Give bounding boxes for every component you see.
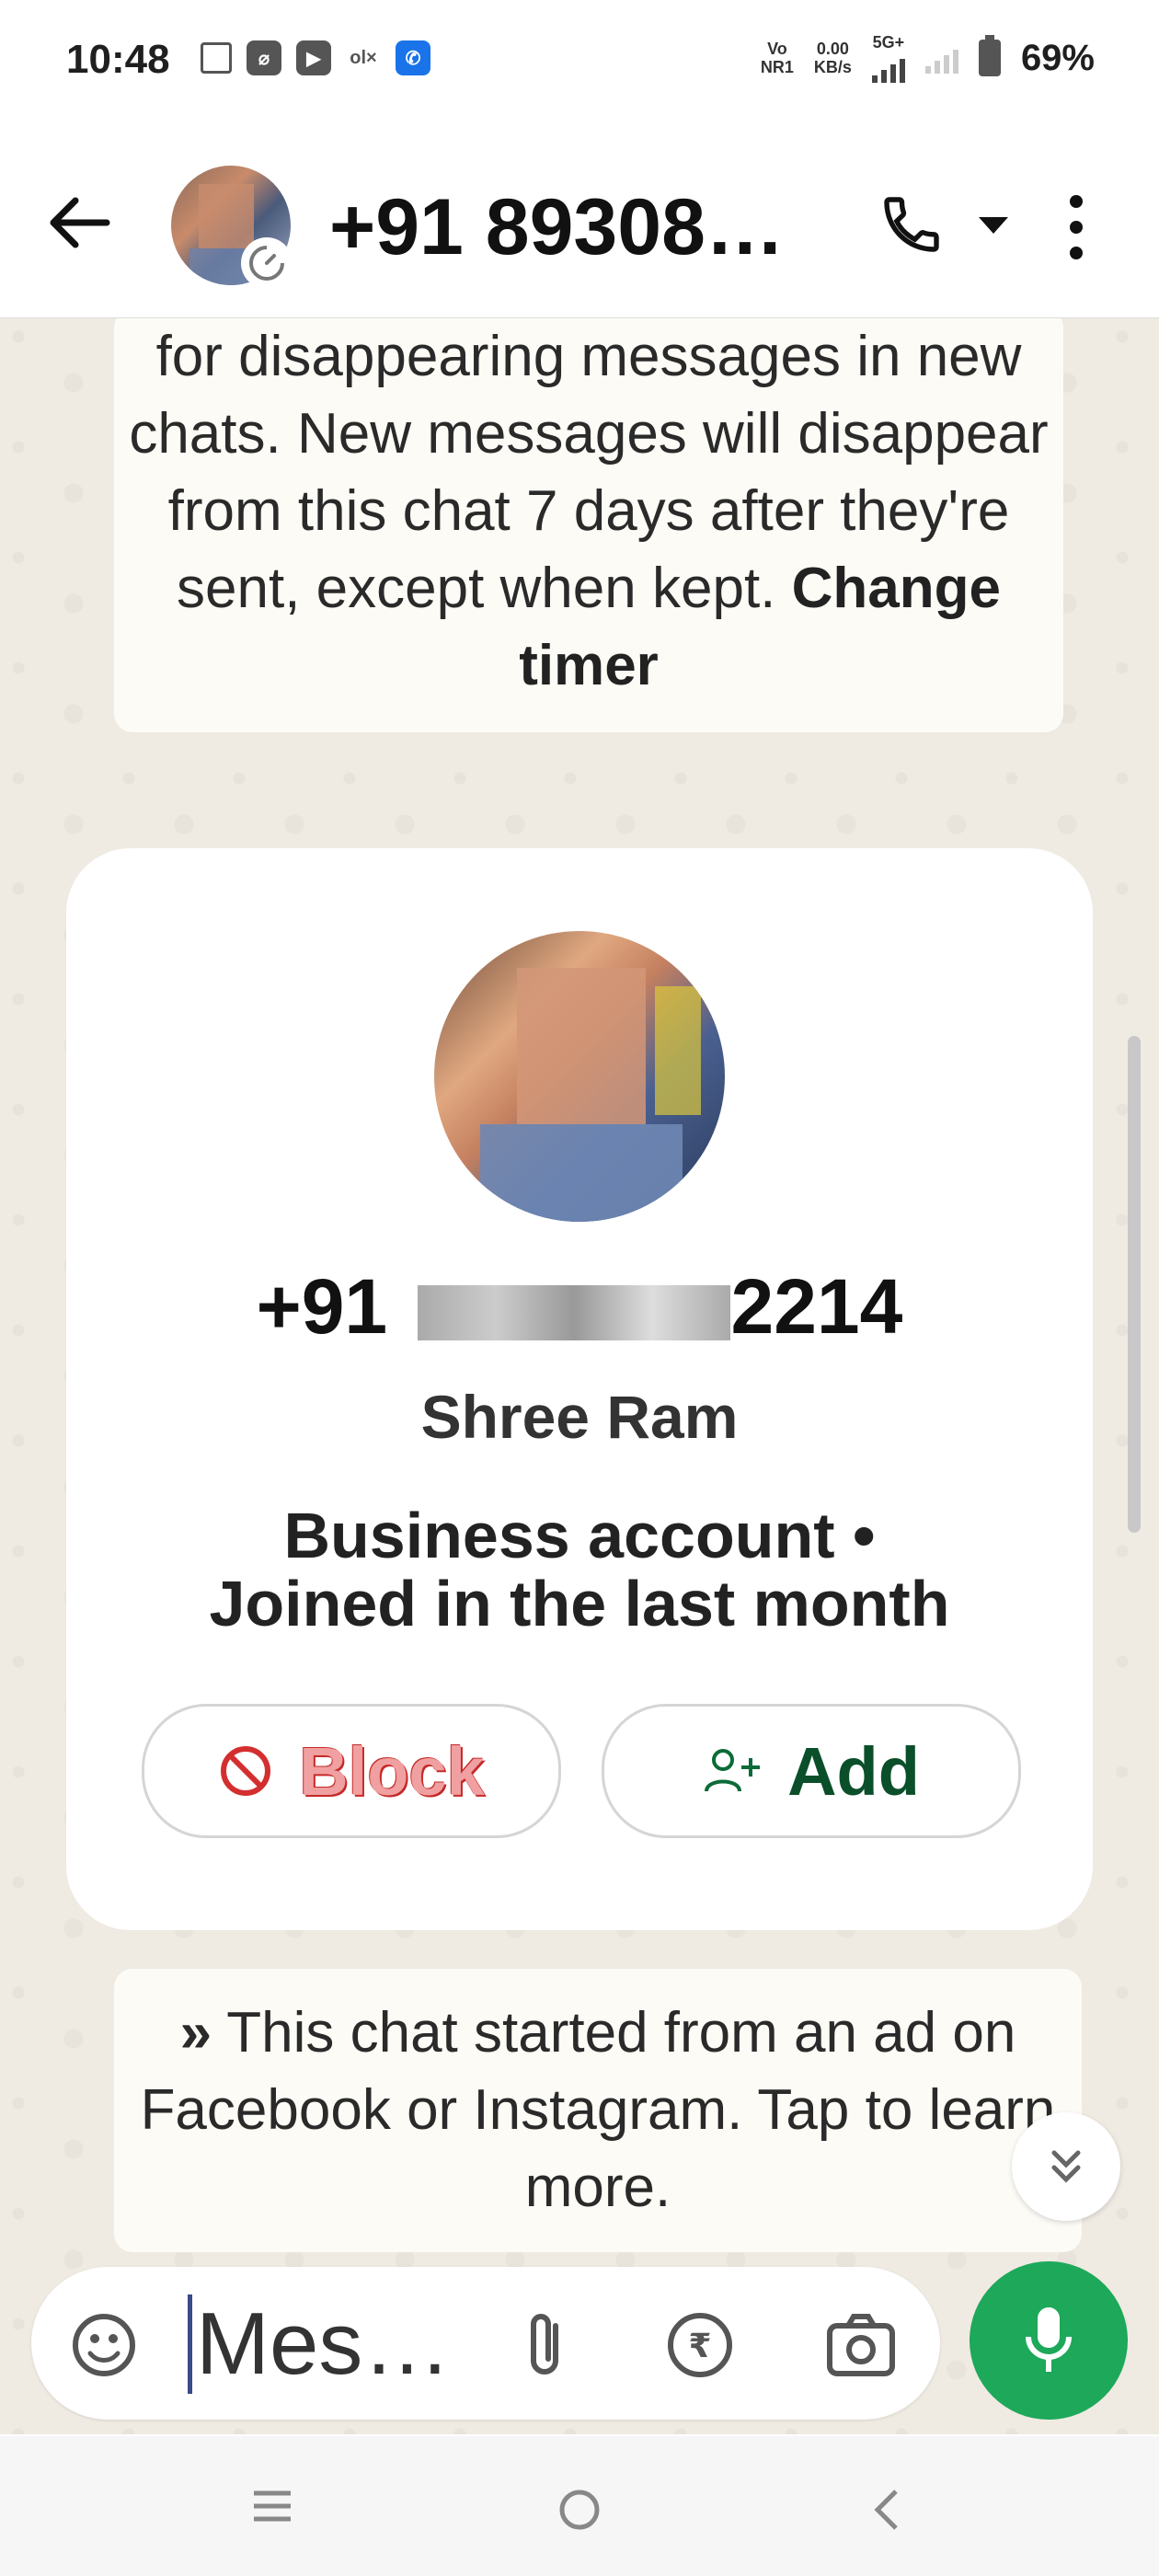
youtube-icon: ▶ [296, 40, 331, 75]
signal-5g: 5G+ [871, 33, 905, 83]
battery-icon [978, 35, 1001, 76]
contact-phone: +91 2214 [256, 1263, 903, 1350]
contact-profile-photo[interactable] [434, 931, 725, 1222]
volte-indicator: Vo NR1 [760, 40, 794, 76]
status-bar: 10:48 ⌀ ▶ ol× ✆ Vo NR1 0.00 KB/s 5G+ 69% [0, 0, 1159, 129]
timer-icon [241, 237, 293, 289]
olx-icon: ol× [350, 47, 377, 68]
mic-icon [1026, 2307, 1072, 2372]
phone-app-icon: ✆ [396, 40, 430, 75]
screen-icon [201, 42, 232, 74]
payment-icon[interactable]: ₹ [664, 2309, 736, 2381]
nav-back-icon[interactable] [868, 2488, 905, 2532]
disappearing-notice[interactable]: for disappearing messages in new chats. … [114, 318, 1063, 732]
contact-info-card: +91 2214 Shree Ram Business account • Jo… [66, 848, 1093, 1930]
redacted-digits [418, 1284, 731, 1340]
chat-title[interactable]: +91 89308… [329, 182, 785, 273]
camera-icon[interactable] [824, 2309, 898, 2381]
battery-level: 69% [1020, 37, 1095, 78]
business-info: Business account • Joined in the last mo… [209, 1500, 950, 1639]
contact-name: Shree Ram [420, 1383, 739, 1451]
home-icon[interactable] [557, 2488, 602, 2532]
double-chevron-down-icon [1051, 2150, 1081, 2183]
message-composer[interactable]: Mes… ₹ [31, 2267, 940, 2420]
app-icon: ⌀ [247, 40, 281, 75]
recent-apps-icon[interactable] [250, 2488, 294, 2524]
notification-icons: ⌀ ▶ ol× ✆ [201, 40, 430, 75]
block-button[interactable]: Block [142, 1704, 561, 1838]
add-person-icon [705, 1749, 761, 1792]
status-time: 10:48 [66, 37, 170, 82]
attach-icon[interactable] [519, 2309, 574, 2381]
chat-header: +91 89308… [0, 129, 1159, 318]
call-dropdown-icon[interactable] [979, 217, 1008, 234]
signal-icon [924, 42, 958, 74]
block-icon [221, 1746, 271, 1796]
ad-origin-notice[interactable]: » This chat started from an ad on Facebo… [114, 1969, 1082, 2252]
status-right: Vo NR1 0.00 KB/s 5G+ 69% [761, 33, 1095, 83]
sticker-icon[interactable] [68, 2309, 140, 2381]
double-chevron-icon: » [179, 2001, 212, 2064]
back-arrow-icon[interactable] [48, 195, 112, 250]
add-contact-button[interactable]: Add [602, 1704, 1021, 1838]
chat-area[interactable]: for disappearing messages in new chats. … [0, 318, 1159, 2434]
scrollbar[interactable] [1128, 1036, 1141, 1533]
speed-indicator: 0.00 KB/s [813, 40, 852, 76]
svg-text:₹: ₹ [688, 2328, 711, 2365]
more-vert-icon[interactable] [1067, 195, 1085, 259]
message-input[interactable]: Mes… [188, 2294, 451, 2394]
scroll-down-button[interactable] [1012, 2112, 1120, 2221]
voice-record-button[interactable] [970, 2261, 1128, 2420]
system-nav-bar [0, 2436, 1159, 2576]
phone-icon[interactable] [878, 191, 945, 258]
